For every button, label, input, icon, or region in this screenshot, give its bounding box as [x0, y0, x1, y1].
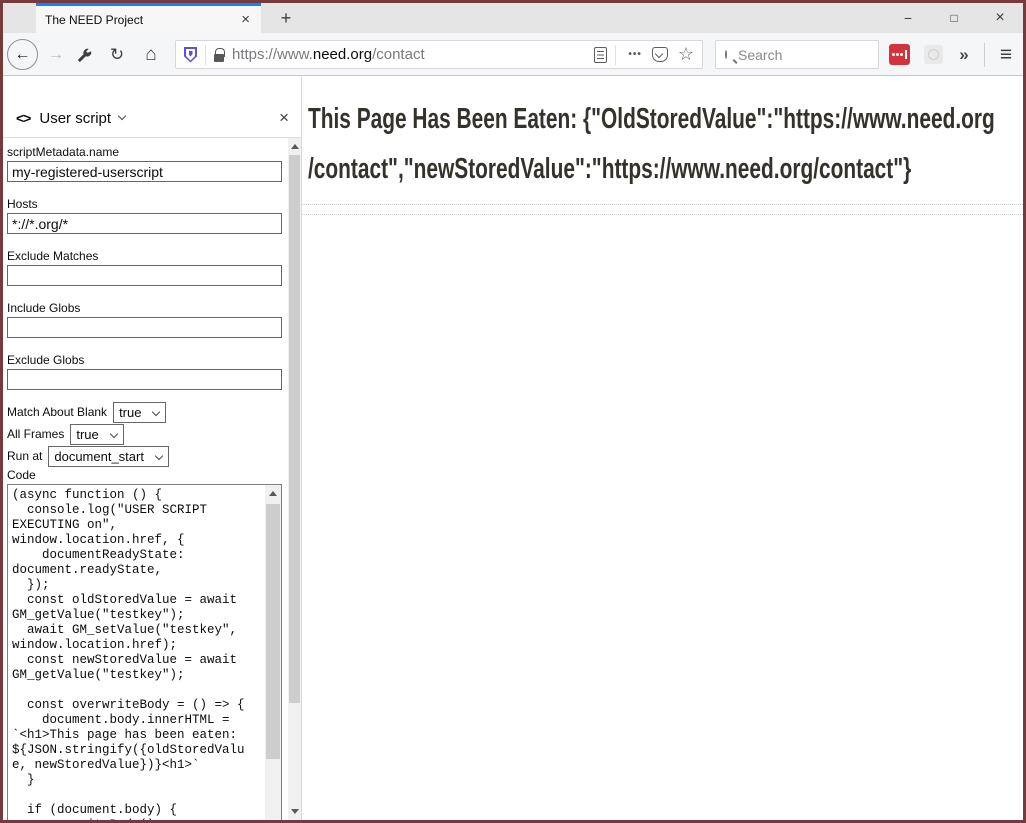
- field-label-all-frames: All Frames: [7, 428, 64, 441]
- pocket-icon[interactable]: [652, 47, 668, 62]
- tab-close-icon[interactable]: ×: [239, 11, 252, 28]
- divider: [205, 45, 206, 65]
- include-globs-input[interactable]: [7, 317, 282, 338]
- exclude-globs-input[interactable]: [7, 369, 282, 390]
- select-value: document_start: [54, 449, 144, 464]
- run-at-select[interactable]: document_start: [48, 446, 169, 467]
- dotted-divider: [302, 204, 1023, 205]
- match-about-blank-select[interactable]: true: [113, 402, 166, 423]
- sidebar-header: User script ×: [3, 77, 301, 138]
- disabled-extension-icon[interactable]: [924, 45, 943, 64]
- url-scheme: https://www.: [232, 46, 313, 63]
- scrollbar-thumb[interactable]: [289, 155, 300, 703]
- navigation-toolbar: ← → ↻ ⌂ https://www.need.org/contact •••…: [3, 33, 1023, 76]
- sidebar-close-icon[interactable]: ×: [279, 108, 289, 128]
- reload-button[interactable]: ↻: [106, 33, 128, 76]
- lock-icon[interactable]: [214, 54, 224, 62]
- url-bar[interactable]: https://www.need.org/contact ••• ☆: [175, 40, 703, 69]
- wrench-icon[interactable]: [73, 33, 95, 76]
- divider: [984, 43, 985, 67]
- search-icon: [725, 50, 727, 59]
- field-label-include-globs: Include Globs: [7, 302, 282, 315]
- chevron-down-icon: [152, 407, 160, 415]
- reader-mode-icon[interactable]: [594, 47, 607, 63]
- heading-line-2: /contact","newStoredValue":"https://www.…: [308, 144, 823, 194]
- overflow-chevron-icon[interactable]: »: [951, 33, 977, 76]
- scroll-down-arrow[interactable]: [288, 803, 301, 820]
- window-controls: − □ ×: [885, 3, 1023, 33]
- content-area: User script × scriptMetadata.name Hosts …: [3, 77, 1023, 820]
- maximize-button[interactable]: □: [931, 3, 977, 33]
- select-value: true: [119, 405, 141, 420]
- search-box[interactable]: [715, 40, 879, 69]
- active-tab[interactable]: The NEED Project ×: [36, 3, 261, 33]
- url-path: /contact: [372, 46, 425, 63]
- select-value: true: [76, 427, 98, 442]
- hosts-input[interactable]: [7, 213, 282, 234]
- exclude-matches-input[interactable]: [7, 265, 282, 286]
- code-brackets-icon: [16, 110, 30, 126]
- browser-window: The NEED Project × + − □ × ← → ↻ ⌂ https…: [0, 0, 1026, 823]
- code-text[interactable]: (async function () { console.log("USER S…: [8, 485, 265, 820]
- url-domain: need.org: [313, 46, 372, 63]
- userscript-sidebar: User script × scriptMetadata.name Hosts …: [3, 77, 301, 820]
- field-label-exclude-matches: Exclude Matches: [7, 250, 282, 263]
- home-button[interactable]: ⌂: [139, 33, 163, 76]
- new-tab-button[interactable]: +: [271, 3, 301, 33]
- chevron-down-icon: [110, 429, 118, 437]
- field-label-match-about-blank: Match About Blank: [7, 406, 107, 419]
- bookmark-star-icon[interactable]: ☆: [678, 44, 694, 65]
- code-scrollbar[interactable]: [265, 485, 281, 820]
- tab-title: The NEED Project: [45, 13, 239, 27]
- field-label-code: Code: [7, 469, 282, 482]
- page-content: This Page Has Been Eaten: {"OldStoredVal…: [301, 77, 1023, 820]
- field-label-script-name: scriptMetadata.name: [7, 146, 282, 159]
- sidebar-title[interactable]: User script: [39, 110, 111, 127]
- password-manager-extension-icon[interactable]: [889, 44, 910, 65]
- page-heading: This Page Has Been Eaten: {"OldStoredVal…: [302, 94, 1023, 194]
- code-editor[interactable]: (async function () { console.log("USER S…: [7, 484, 282, 820]
- minimize-button[interactable]: −: [885, 3, 931, 33]
- forward-button[interactable]: →: [45, 33, 67, 76]
- script-name-input[interactable]: [7, 161, 282, 182]
- dotted-divider: [302, 214, 1023, 215]
- chevron-down-icon: [155, 451, 163, 459]
- page-actions: ••• ☆: [594, 44, 694, 65]
- hamburger-menu-icon[interactable]: ≡: [991, 33, 1021, 76]
- scrollbar-thumb[interactable]: [266, 504, 280, 759]
- sidebar-scrollbar[interactable]: [288, 138, 301, 820]
- scroll-up-arrow[interactable]: [288, 138, 301, 155]
- tab-bar: The NEED Project × + − □ ×: [3, 3, 1023, 33]
- back-button[interactable]: ←: [7, 39, 38, 70]
- tracking-protection-shield-icon[interactable]: [184, 47, 197, 63]
- chevron-down-icon[interactable]: [118, 112, 126, 120]
- scroll-up-arrow[interactable]: [265, 485, 281, 502]
- all-frames-select[interactable]: true: [70, 424, 123, 445]
- sidebar-form: scriptMetadata.name Hosts Exclude Matche…: [3, 138, 288, 820]
- field-label-exclude-globs: Exclude Globs: [7, 354, 282, 367]
- heading-line-1: This Page Has Been Eaten: {"OldStoredVal…: [308, 94, 823, 144]
- page-actions-menu-icon[interactable]: •••: [628, 49, 642, 60]
- field-label-hosts: Hosts: [7, 198, 282, 211]
- divider: [615, 45, 616, 65]
- field-label-run-at: Run at: [7, 450, 42, 463]
- window-close-button[interactable]: ×: [977, 3, 1023, 33]
